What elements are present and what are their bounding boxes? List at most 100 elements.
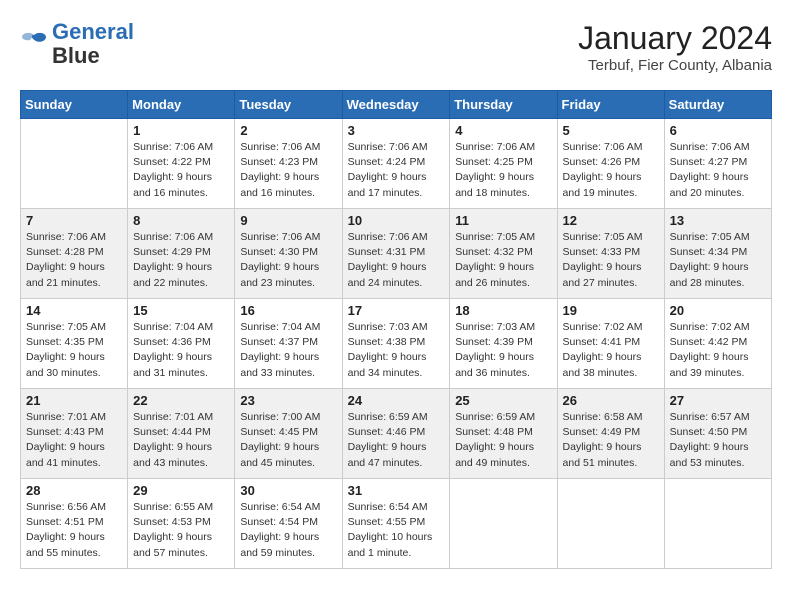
day-detail: Sunrise: 7:06 AMSunset: 4:23 PMDaylight:…: [240, 140, 336, 201]
calendar-cell: 24 Sunrise: 6:59 AMSunset: 4:46 PMDayligh…: [342, 389, 450, 479]
day-number: 20: [670, 303, 766, 318]
calendar-cell: 21 Sunrise: 7:01 AMSunset: 4:43 PMDayligh…: [21, 389, 128, 479]
calendar-cell: 10 Sunrise: 7:06 AMSunset: 4:31 PMDayligh…: [342, 209, 450, 299]
day-detail: Sunrise: 7:05 AMSunset: 4:32 PMDaylight:…: [455, 230, 551, 291]
day-detail: Sunrise: 7:06 AMSunset: 4:25 PMDaylight:…: [455, 140, 551, 201]
day-detail: Sunrise: 6:57 AMSunset: 4:50 PMDaylight:…: [670, 410, 766, 471]
day-number: 4: [455, 123, 551, 138]
calendar-week-row: 14 Sunrise: 7:05 AMSunset: 4:35 PMDayligh…: [21, 299, 772, 389]
column-header-monday: Monday: [128, 91, 235, 119]
column-header-sunday: Sunday: [21, 91, 128, 119]
day-number: 7: [26, 213, 122, 228]
day-detail: Sunrise: 6:54 AMSunset: 4:55 PMDaylight:…: [348, 500, 445, 561]
calendar-title: January 2024: [578, 20, 772, 57]
day-detail: Sunrise: 6:59 AMSunset: 4:48 PMDaylight:…: [455, 410, 551, 471]
calendar-cell: 30Sunrise: 6:54 AMSunset: 4:54 PMDayligh…: [235, 479, 342, 569]
calendar-cell: 17 Sunrise: 7:03 AMSunset: 4:38 PMDayligh…: [342, 299, 450, 389]
day-detail: Sunrise: 6:54 AMSunset: 4:54 PMDaylight:…: [240, 500, 336, 561]
day-detail: Sunrise: 7:01 AMSunset: 4:43 PMDaylight:…: [26, 410, 122, 471]
day-number: 28: [26, 483, 122, 498]
logo-bird-icon: [20, 31, 48, 53]
day-number: 5: [563, 123, 659, 138]
day-number: 24: [348, 393, 445, 408]
calendar-cell: [664, 479, 771, 569]
day-number: 21: [26, 393, 122, 408]
day-detail: Sunrise: 7:05 AMSunset: 4:35 PMDaylight:…: [26, 320, 122, 381]
day-number: 27: [670, 393, 766, 408]
day-number: 2: [240, 123, 336, 138]
calendar-cell: 28 Sunrise: 6:56 AMSunset: 4:51 PMDayligh…: [21, 479, 128, 569]
day-detail: Sunrise: 7:02 AMSunset: 4:41 PMDaylight:…: [563, 320, 659, 381]
day-number: 17: [348, 303, 445, 318]
day-detail: Sunrise: 7:02 AMSunset: 4:42 PMDaylight:…: [670, 320, 766, 381]
day-detail: Sunrise: 7:03 AMSunset: 4:39 PMDaylight:…: [455, 320, 551, 381]
day-detail: Sunrise: 6:56 AMSunset: 4:51 PMDaylight:…: [26, 500, 122, 561]
calendar-cell: 7Sunrise: 7:06 AMSunset: 4:28 PMDaylight…: [21, 209, 128, 299]
calendar-cell: 31Sunrise: 6:54 AMSunset: 4:55 PMDayligh…: [342, 479, 450, 569]
day-detail: Sunrise: 7:05 AMSunset: 4:34 PMDaylight:…: [670, 230, 766, 291]
day-detail: Sunrise: 7:06 AMSunset: 4:26 PMDaylight:…: [563, 140, 659, 201]
calendar-cell: [557, 479, 664, 569]
calendar-cell: 12Sunrise: 7:05 AMSunset: 4:33 PMDayligh…: [557, 209, 664, 299]
day-number: 22: [133, 393, 229, 408]
calendar-table: SundayMondayTuesdayWednesdayThursdayFrid…: [20, 90, 772, 569]
calendar-cell: 5 Sunrise: 7:06 AMSunset: 4:26 PMDaylight…: [557, 119, 664, 209]
day-number: 11: [455, 213, 551, 228]
calendar-cell: 27 Sunrise: 6:57 AMSunset: 4:50 PMDayligh…: [664, 389, 771, 479]
calendar-cell: 25 Sunrise: 6:59 AMSunset: 4:48 PMDayligh…: [450, 389, 557, 479]
day-detail: Sunrise: 7:06 AMSunset: 4:27 PMDaylight:…: [670, 140, 766, 201]
day-number: 12: [563, 213, 659, 228]
day-detail: Sunrise: 7:03 AMSunset: 4:38 PMDaylight:…: [348, 320, 445, 381]
calendar-cell: 8 Sunrise: 7:06 AMSunset: 4:29 PMDaylight…: [128, 209, 235, 299]
calendar-cell: 29Sunrise: 6:55 AMSunset: 4:53 PMDayligh…: [128, 479, 235, 569]
day-detail: Sunrise: 7:01 AMSunset: 4:44 PMDaylight:…: [133, 410, 229, 471]
calendar-cell: 22 Sunrise: 7:01 AMSunset: 4:44 PMDayligh…: [128, 389, 235, 479]
calendar-cell: 23Sunrise: 7:00 AMSunset: 4:45 PMDayligh…: [235, 389, 342, 479]
calendar-header-row: SundayMondayTuesdayWednesdayThursdayFrid…: [21, 91, 772, 119]
calendar-cell: 3 Sunrise: 7:06 AMSunset: 4:24 PMDaylight…: [342, 119, 450, 209]
day-detail: Sunrise: 7:06 AMSunset: 4:29 PMDaylight:…: [133, 230, 229, 291]
calendar-week-row: 7Sunrise: 7:06 AMSunset: 4:28 PMDaylight…: [21, 209, 772, 299]
calendar-cell: 6 Sunrise: 7:06 AMSunset: 4:27 PMDaylight…: [664, 119, 771, 209]
day-detail: Sunrise: 7:06 AMSunset: 4:31 PMDaylight:…: [348, 230, 445, 291]
calendar-cell: 4 Sunrise: 7:06 AMSunset: 4:25 PMDaylight…: [450, 119, 557, 209]
day-number: 23: [240, 393, 336, 408]
calendar-cell: 26Sunrise: 6:58 AMSunset: 4:49 PMDayligh…: [557, 389, 664, 479]
calendar-cell: 15 Sunrise: 7:04 AMSunset: 4:36 PMDayligh…: [128, 299, 235, 389]
calendar-cell: 14 Sunrise: 7:05 AMSunset: 4:35 PMDayligh…: [21, 299, 128, 389]
calendar-cell: 11 Sunrise: 7:05 AMSunset: 4:32 PMDayligh…: [450, 209, 557, 299]
day-number: 10: [348, 213, 445, 228]
day-number: 6: [670, 123, 766, 138]
day-number: 29: [133, 483, 229, 498]
column-header-thursday: Thursday: [450, 91, 557, 119]
logo: GeneralBlue: [20, 20, 134, 68]
calendar-cell: 20 Sunrise: 7:02 AMSunset: 4:42 PMDayligh…: [664, 299, 771, 389]
day-detail: Sunrise: 7:06 AMSunset: 4:24 PMDaylight:…: [348, 140, 445, 201]
column-header-friday: Friday: [557, 91, 664, 119]
day-number: 3: [348, 123, 445, 138]
page-header: GeneralBlue January 2024 Terbuf, Fier Co…: [20, 20, 772, 74]
day-number: 9: [240, 213, 336, 228]
day-number: 19: [563, 303, 659, 318]
day-detail: Sunrise: 7:04 AMSunset: 4:37 PMDaylight:…: [240, 320, 336, 381]
calendar-week-row: 1Sunrise: 7:06 AMSunset: 4:22 PMDaylight…: [21, 119, 772, 209]
day-number: 8: [133, 213, 229, 228]
calendar-cell: [21, 119, 128, 209]
calendar-cell: 16Sunrise: 7:04 AMSunset: 4:37 PMDayligh…: [235, 299, 342, 389]
day-detail: Sunrise: 7:04 AMSunset: 4:36 PMDaylight:…: [133, 320, 229, 381]
calendar-cell: 1Sunrise: 7:06 AMSunset: 4:22 PMDaylight…: [128, 119, 235, 209]
logo-text: GeneralBlue: [52, 20, 134, 68]
day-number: 25: [455, 393, 551, 408]
day-number: 14: [26, 303, 122, 318]
day-number: 18: [455, 303, 551, 318]
day-number: 1: [133, 123, 229, 138]
calendar-cell: 19 Sunrise: 7:02 AMSunset: 4:41 PMDayligh…: [557, 299, 664, 389]
day-detail: Sunrise: 7:06 AMSunset: 4:30 PMDaylight:…: [240, 230, 336, 291]
calendar-cell: 9 Sunrise: 7:06 AMSunset: 4:30 PMDaylight…: [235, 209, 342, 299]
day-number: 15: [133, 303, 229, 318]
title-block: January 2024 Terbuf, Fier County, Albani…: [578, 20, 772, 74]
calendar-cell: 18 Sunrise: 7:03 AMSunset: 4:39 PMDayligh…: [450, 299, 557, 389]
calendar-cell: 13Sunrise: 7:05 AMSunset: 4:34 PMDayligh…: [664, 209, 771, 299]
calendar-week-row: 21 Sunrise: 7:01 AMSunset: 4:43 PMDayligh…: [21, 389, 772, 479]
day-detail: Sunrise: 6:59 AMSunset: 4:46 PMDaylight:…: [348, 410, 445, 471]
